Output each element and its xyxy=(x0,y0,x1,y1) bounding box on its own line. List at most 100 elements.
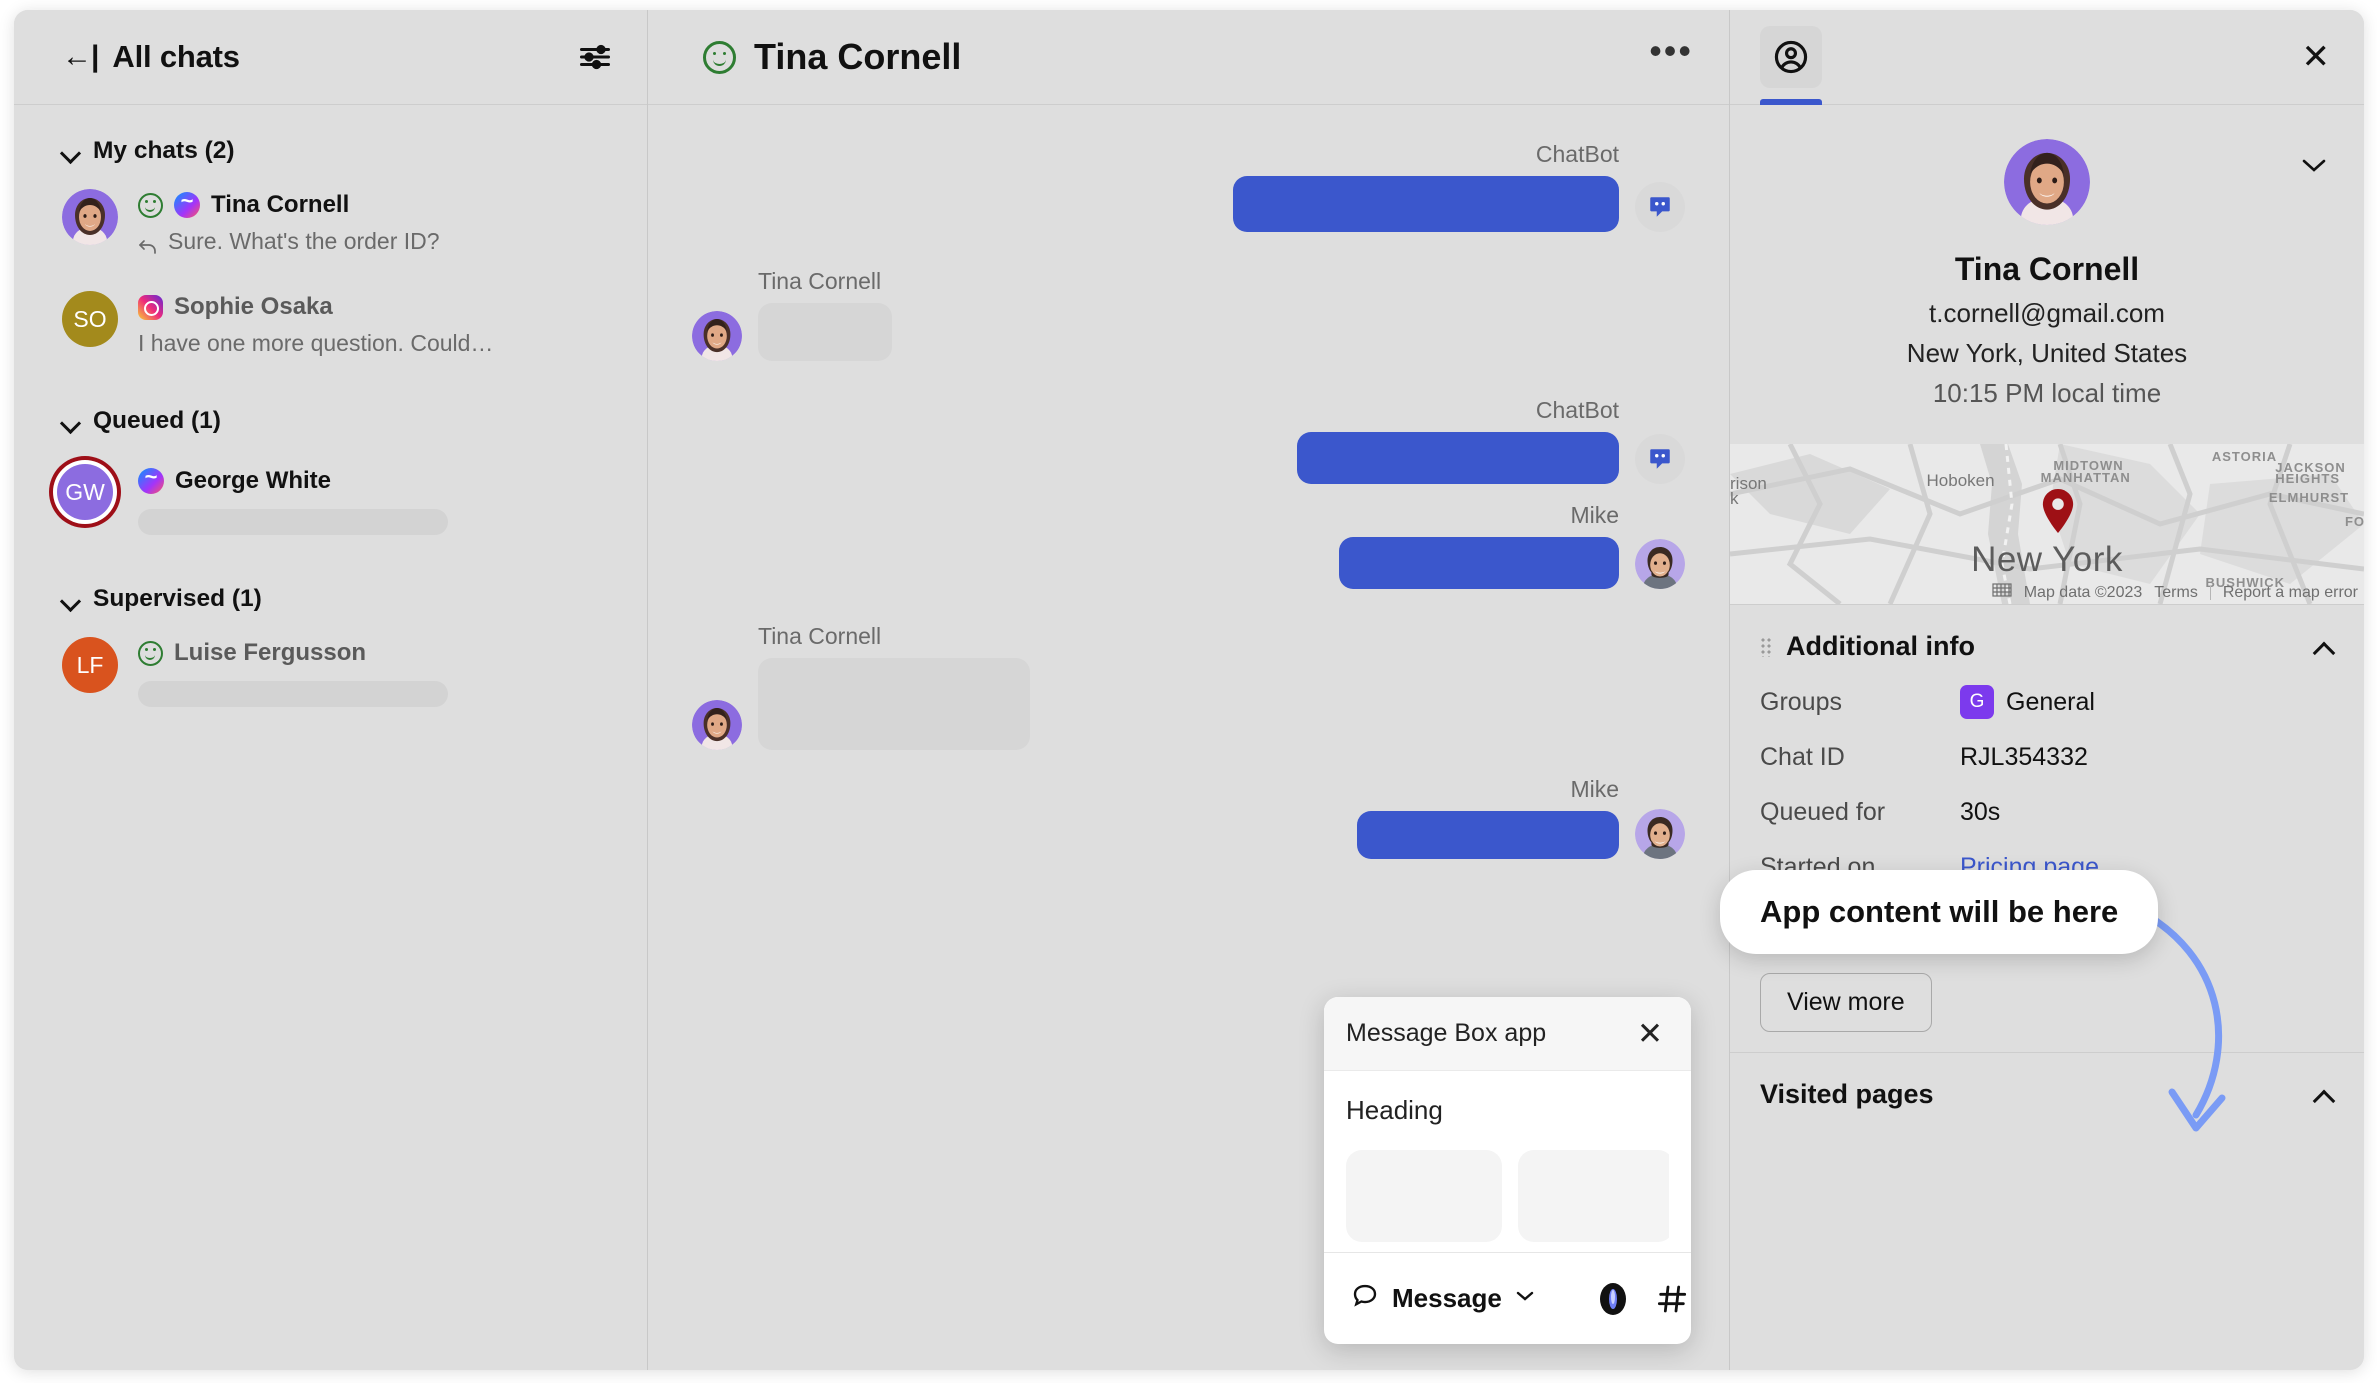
message-bubble[interactable] xyxy=(758,658,1030,750)
smile-circle-icon xyxy=(138,640,163,666)
composer-toolbar: Message xyxy=(1324,1252,1691,1344)
group-header-my-chats[interactable]: My chats (2) xyxy=(14,115,647,171)
chat-name-row: Tina Cornell xyxy=(138,188,617,219)
info-value: RJL354332 xyxy=(1960,742,2088,771)
message-bubble[interactable] xyxy=(758,303,892,361)
preview-skeleton xyxy=(138,681,448,707)
info-key: Groups xyxy=(1760,687,1842,716)
chat-list-item-sophie-osaka[interactable]: SO Sophie Osaka I have one more question… xyxy=(14,273,647,375)
chat-list-item-tina-cornell[interactable]: Tina Cornell Sure. What's the order ID? xyxy=(14,171,647,273)
avatar: GW xyxy=(57,464,113,520)
message-author: ChatBot xyxy=(1535,141,1619,167)
view-more-button[interactable]: View more xyxy=(1760,973,1932,1032)
canned-response-hash-icon[interactable] xyxy=(1656,1280,1688,1318)
info-row-chat-id: Chat ID RJL354332 xyxy=(1760,739,2334,775)
collapse-sidebar-icon[interactable]: ←| xyxy=(62,42,99,72)
preview-skeleton xyxy=(138,509,448,535)
chevron-down-icon[interactable] xyxy=(2300,157,2328,179)
message-mode-selector[interactable]: Message xyxy=(1350,1281,1536,1316)
chatbot-avatar xyxy=(1635,182,1685,232)
group-label: My chats (2) xyxy=(93,137,235,164)
avatar: SO xyxy=(62,291,118,347)
smile-circle-icon xyxy=(138,192,163,218)
chevron-up-icon[interactable] xyxy=(2314,641,2334,653)
chatbot-avatar xyxy=(1635,434,1685,484)
map-terms-link[interactable]: Terms xyxy=(2154,584,2198,602)
customer-name: Tina Cornell xyxy=(1954,251,2140,287)
avatar-initials: GW xyxy=(65,478,105,505)
chevron-up-icon[interactable] xyxy=(2314,1089,2334,1101)
map-label: HEIGHTS xyxy=(2275,471,2341,487)
message-box-app-content: Heading xyxy=(1324,1071,1691,1252)
customer-details-panel: ✕ Tina Cornell t.cornell@gmail.com New Y… xyxy=(1730,10,2364,1370)
message-row: Mike xyxy=(692,776,1685,859)
chat-name-row: George White xyxy=(138,464,617,495)
avatar-initials: SO xyxy=(73,305,107,332)
group-label: Supervised (1) xyxy=(93,585,262,612)
map-report-error-link[interactable]: Report a map error xyxy=(2223,584,2358,602)
map-data-text: Map data ©2023 xyxy=(2023,583,2143,601)
map-label: ASTORIA xyxy=(2211,448,2278,464)
chat-list-item-luise-fergusson[interactable]: LF Luise Fergusson xyxy=(14,619,647,725)
message-box-app-title: Message Box app xyxy=(1346,1019,1547,1047)
customer-location-map[interactable]: ASTORIA MIDTOWN MANHATTAN JACKSON HEIGHT… xyxy=(1730,444,2364,604)
drag-handle-icon[interactable] xyxy=(1760,636,1772,657)
copilot-icon[interactable] xyxy=(1596,1280,1630,1318)
message-bubble[interactable] xyxy=(1233,176,1619,232)
instagram-channel-icon xyxy=(138,294,163,320)
map-label: FO xyxy=(2344,514,2364,530)
message-box-app-heading: Heading xyxy=(1346,1095,1443,1125)
additional-info-header[interactable]: Additional info xyxy=(1760,631,2334,662)
customer-local-time: 10:15 PM local time xyxy=(1932,378,2162,408)
message-row: Mike xyxy=(692,502,1685,589)
map-label: MANHATTAN xyxy=(2040,469,2131,485)
info-row-groups: Groups G General xyxy=(1760,684,2334,720)
avatar-initials: LF xyxy=(76,651,104,678)
close-icon[interactable]: ✕ xyxy=(2302,40,2331,74)
chat-item-name: Sophie Osaka xyxy=(174,293,333,320)
group-header-supervised[interactable]: Supervised (1) xyxy=(14,553,647,619)
messenger-channel-icon xyxy=(138,464,164,494)
info-key: Chat ID xyxy=(1760,742,1845,771)
callout-tooltip: App content will be here xyxy=(1720,870,2159,954)
chat-item-meta: George White xyxy=(138,459,617,535)
smile-circle-icon xyxy=(703,40,736,74)
message-box-app-panel: Message Box app ✕ Heading Message xyxy=(1324,997,1691,1344)
keyboard-shortcuts-icon xyxy=(1992,583,2012,602)
message-row: Tina Cornell xyxy=(692,268,1685,361)
sidebar-header: ←| All chats xyxy=(14,10,647,105)
chevron-down-icon xyxy=(1514,1289,1536,1308)
message-block: Tina Cornell xyxy=(758,268,892,361)
chat-item-name: Tina Cornell xyxy=(211,191,350,218)
divider xyxy=(2209,585,2211,600)
chevron-down-icon xyxy=(62,146,79,156)
info-value: G General xyxy=(1960,685,2095,719)
close-icon[interactable]: ✕ xyxy=(1637,1018,1663,1049)
message-bubble[interactable] xyxy=(1297,432,1619,484)
avatar xyxy=(1635,539,1685,589)
group-header-queued[interactable]: Queued (1) xyxy=(14,375,647,441)
message-author: Mike xyxy=(1570,776,1619,802)
tab-customer-details[interactable] xyxy=(1760,26,1822,88)
app-card[interactable] xyxy=(1346,1150,1502,1242)
avatar: LF xyxy=(62,637,118,693)
avatar xyxy=(692,700,742,750)
app-card[interactable] xyxy=(1518,1150,1669,1242)
reply-arrow-icon xyxy=(138,234,158,254)
chat-item-preview: Sure. What's the order ID? xyxy=(168,228,440,254)
info-value: 30s xyxy=(1960,797,2001,826)
chat-item-meta: Luise Fergusson xyxy=(138,637,617,707)
filter-sliders-icon[interactable] xyxy=(577,39,613,75)
ellipsis-icon[interactable]: ••• xyxy=(1649,32,1693,70)
chat-list: My chats (2) ~ Tina Cornell Sure. What's… xyxy=(14,105,647,1370)
chat-list-item-george-white[interactable]: GW George White xyxy=(14,441,647,553)
message-row: Tina Cornell xyxy=(692,623,1685,750)
message-block: ChatBot xyxy=(1233,141,1619,232)
app-card-list xyxy=(1346,1150,1669,1242)
speech-bubble-icon xyxy=(1350,1281,1380,1316)
message-bubble[interactable] xyxy=(1357,811,1619,859)
message-row: ChatBot xyxy=(692,397,1685,484)
message-bubble[interactable] xyxy=(1339,537,1619,589)
chat-item-preview: I have one more question. Could… xyxy=(138,330,494,356)
map-label: Hoboken xyxy=(1926,471,1995,491)
